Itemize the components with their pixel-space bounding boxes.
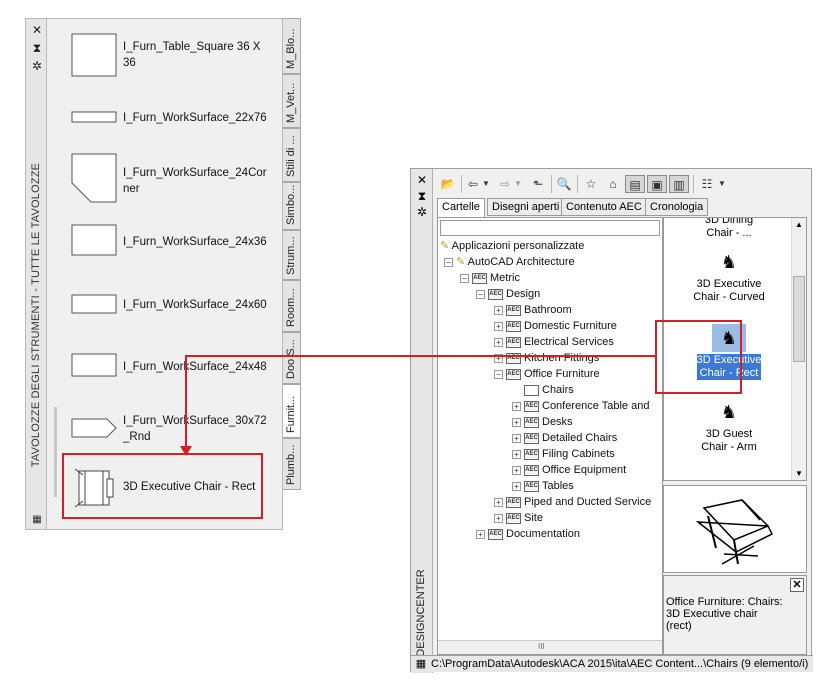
drag-arrow	[180, 355, 655, 456]
arrow-head	[180, 446, 192, 456]
